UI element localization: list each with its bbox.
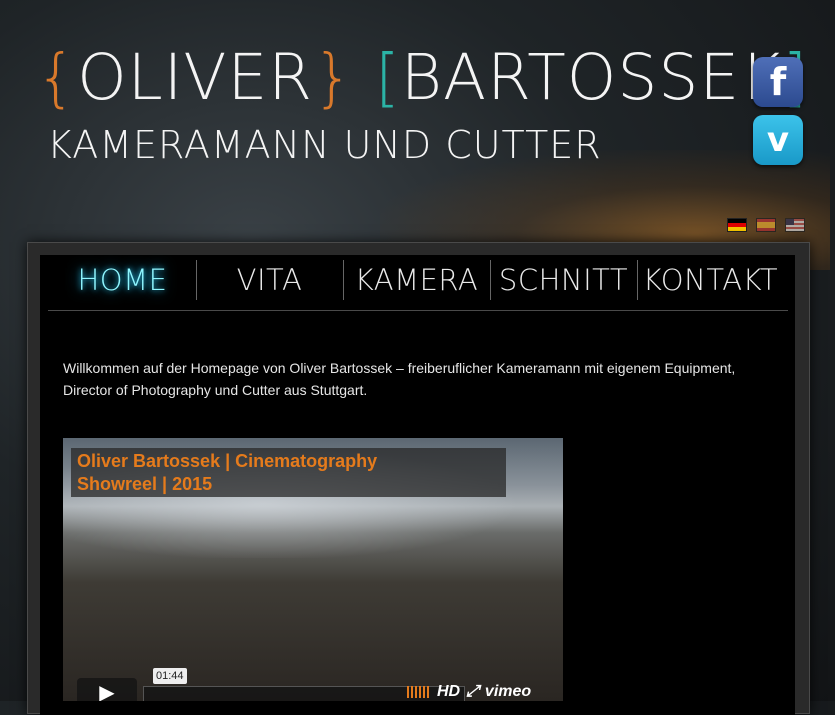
play-icon: ▶ <box>99 681 115 702</box>
fullscreen-icon[interactable]: ⤢ <box>466 683 479 701</box>
video-title-line1: Oliver Bartossek | Cinematography <box>77 451 378 471</box>
main-nav: HOME VITA KAMERA SCHNITT KONTAKT <box>49 258 789 310</box>
logo-bracket-last-open: [ <box>375 41 401 114</box>
vimeo-label: v <box>766 120 790 160</box>
video-title-line2: Showreel | 2015 <box>77 474 213 494</box>
nav-item-kontakt[interactable]: KONTAKT <box>637 258 784 302</box>
logo-bracket-right: } <box>313 41 355 114</box>
play-button[interactable]: ▶ <box>77 678 137 701</box>
flag-us-icon[interactable] <box>785 218 805 232</box>
flag-es-icon[interactable] <box>756 218 776 232</box>
flag-de-icon[interactable] <box>727 218 747 232</box>
logo-first-name: OLIVER <box>77 41 314 114</box>
hd-button[interactable]: HD <box>437 683 460 701</box>
facebook-icon[interactable]: f <box>753 57 803 107</box>
nav-item-vita[interactable]: VITA <box>196 258 343 302</box>
intro-text: Willkommen auf der Homepage von Oliver B… <box>63 360 736 398</box>
logo-bracket-left: { <box>36 41 78 114</box>
language-switcher <box>727 218 805 232</box>
video-control-group: HD ⤢ vimeo <box>407 678 557 701</box>
nav-item-home[interactable]: HOME <box>49 258 196 302</box>
volume-icon[interactable] <box>407 686 431 698</box>
video-player[interactable]: Oliver Bartossek | Cinematography Showre… <box>63 438 563 701</box>
vimeo-logo[interactable]: vimeo <box>485 683 531 701</box>
facebook-label: f <box>769 60 787 104</box>
nav-item-schnitt[interactable]: SCHNITT <box>490 258 637 302</box>
nav-item-kamera[interactable]: KAMERA <box>343 258 490 302</box>
video-controls: ▶ 01:44 HD ⤢ vimeo <box>77 668 547 701</box>
vimeo-icon[interactable]: v <box>753 115 803 165</box>
site-logo-name[interactable]: {OLIVER} [BARTOSSEK] <box>36 38 808 118</box>
video-title[interactable]: Oliver Bartossek | Cinematography Showre… <box>71 448 506 497</box>
site-subtitle: KAMERAMANN UND CUTTER <box>47 123 602 167</box>
nav-divider <box>48 310 788 311</box>
video-time: 01:44 <box>153 668 187 684</box>
logo-last-name: BARTOSSEK <box>400 41 783 114</box>
